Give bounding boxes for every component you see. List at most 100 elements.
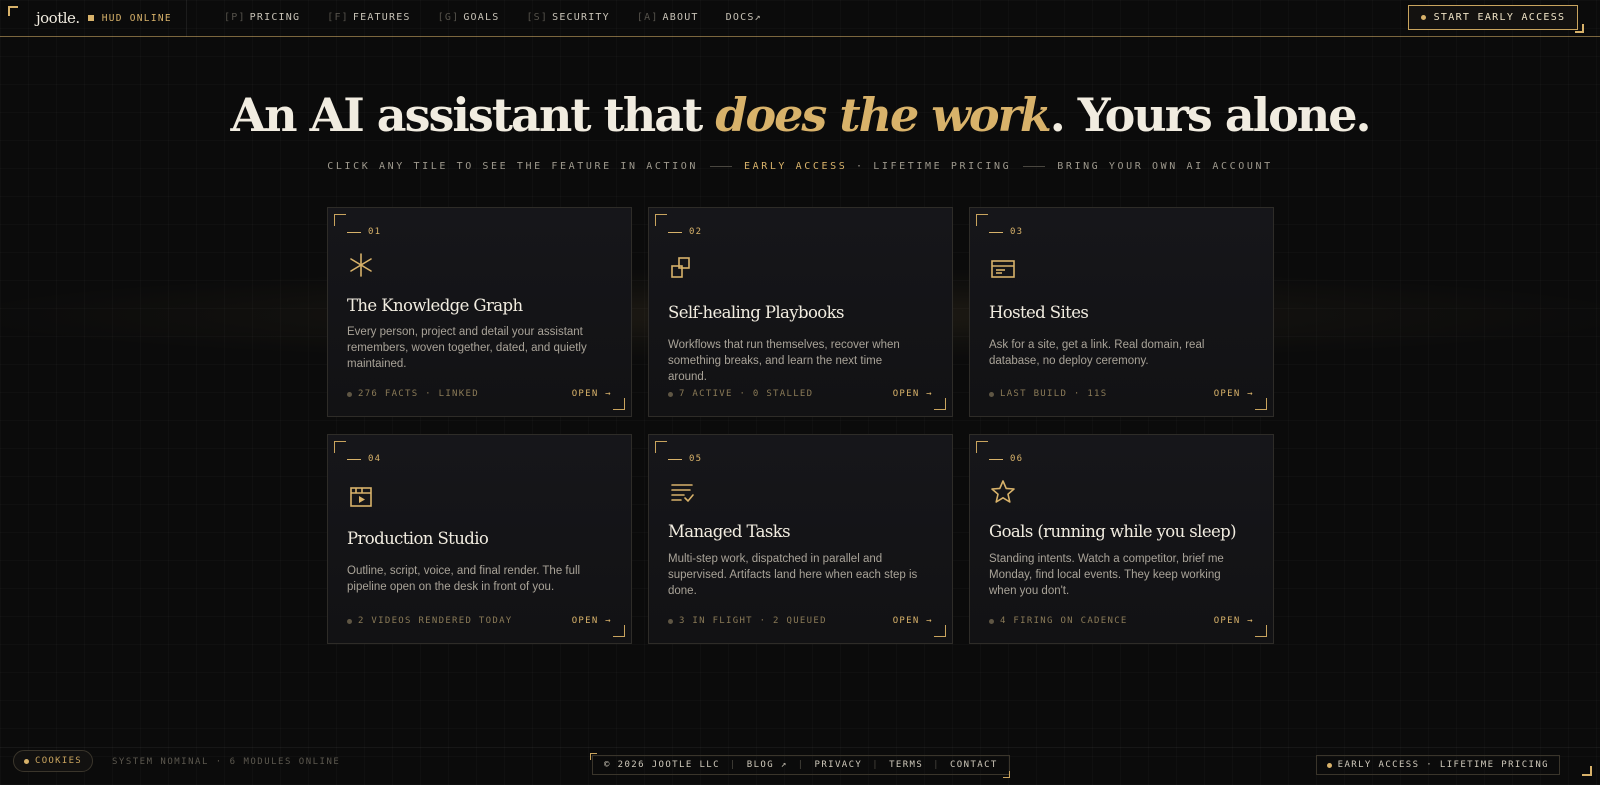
divider: |: [933, 760, 940, 770]
hud-status-square-icon: [87, 15, 94, 21]
feature-card-goals[interactable]: 06 Goals (running while you sleep) Stand…: [969, 434, 1274, 644]
copy-squares-icon: [668, 255, 696, 283]
card-number: 06: [989, 454, 1023, 464]
corner-bracket-icon: [334, 214, 346, 226]
footer-link-privacy[interactable]: PRIVACY: [815, 760, 863, 770]
nav-link-pricing[interactable]: [P] PRICING: [224, 12, 300, 23]
hero-subtitle: CLICK ANY TILE TO SEE THE FEATURE IN ACT…: [0, 161, 1600, 172]
nav-link-goals[interactable]: [G] GOALS: [438, 12, 500, 23]
card-footer: 2 VIDEOS RENDERED TODAY OPEN →: [347, 616, 612, 626]
card-status: LAST BUILD · 11S: [989, 389, 1108, 399]
feature-card-playbooks[interactable]: 02 Self-healing Playbooks Workflows that…: [648, 207, 953, 417]
nav-link-label: GOALS: [463, 12, 500, 23]
divider: [709, 165, 732, 167]
nav-link-label: ABOUT: [662, 12, 699, 23]
corner-bracket-icon: [613, 398, 625, 410]
video-player-icon: [347, 483, 375, 511]
divider: [1023, 165, 1046, 167]
card-status: 2 VIDEOS RENDERED TODAY: [347, 616, 513, 626]
dot-icon: [1326, 762, 1332, 768]
nav-link-label: PRICING: [249, 12, 301, 23]
hero-sub-pricing: · LIFETIME PRICING: [847, 161, 1012, 172]
card-open-link[interactable]: OPEN →: [1214, 389, 1254, 399]
feature-card-managed-tasks[interactable]: 05 Managed Tasks Multi-step work, dispat…: [648, 434, 953, 644]
badge-label: EARLY ACCESS · LIFETIME PRICING: [1337, 760, 1549, 770]
feature-card-knowledge-graph[interactable]: 01 The Knowledge Graph Every person, pro…: [327, 207, 632, 417]
cta-label: START EARLY ACCESS: [1433, 12, 1566, 23]
card-number: 01: [347, 227, 381, 237]
card-description: Standing intents. Watch a competitor, br…: [989, 553, 1224, 597]
card-open-link[interactable]: OPEN →: [893, 616, 933, 626]
nav-link-docs[interactable]: DOCS↗: [726, 12, 762, 23]
card-number: 03: [989, 227, 1023, 237]
card-title: Goals (running while you sleep): [989, 522, 1237, 541]
footer-link-blog[interactable]: BLOG ↗: [747, 760, 788, 770]
hero-title-start: An AI assistant that: [230, 88, 716, 142]
logo[interactable]: jootle.: [36, 9, 80, 27]
feature-card-production-studio[interactable]: 04 Production Studio Outline, script, vo…: [327, 434, 632, 644]
card-title: Hosted Sites: [989, 303, 1089, 322]
corner-bracket-icon: [655, 214, 667, 226]
hero-sub-instruction: CLICK ANY TILE TO SEE THE FEATURE IN ACT…: [327, 161, 698, 172]
card-footer: 7 ACTIVE · 0 STALLED OPEN →: [668, 389, 933, 399]
card-footer: 276 FACTS · LINKED OPEN →: [347, 389, 612, 399]
card-status: 4 FIRING ON CADENCE: [989, 616, 1128, 626]
card-footer: 3 IN FLIGHT · 2 QUEUED OPEN →: [668, 616, 933, 626]
cookies-button[interactable]: COOKIES: [13, 750, 93, 772]
card-open-link[interactable]: OPEN →: [893, 389, 933, 399]
nav-link-about[interactable]: [A] ABOUT: [637, 12, 699, 23]
hero-sub-byo: BRING YOUR OWN AI ACCOUNT: [1057, 161, 1273, 172]
nav-link-label: FEATURES: [352, 12, 411, 23]
corner-bracket-icon: [613, 625, 625, 637]
start-early-access-button[interactable]: START EARLY ACCESS: [1408, 5, 1578, 30]
card-number: 02: [668, 227, 702, 237]
corner-bracket-icon: [1003, 771, 1010, 778]
corner-bracket-icon: [976, 441, 988, 453]
card-title: Self-healing Playbooks: [668, 303, 844, 322]
card-footer: LAST BUILD · 11S OPEN →: [989, 389, 1254, 399]
early-access-badge: EARLY ACCESS · LIFETIME PRICING: [1315, 755, 1560, 775]
hero-title: An AI assistant that does the work. Your…: [0, 88, 1600, 142]
corner-bracket-icon: [8, 6, 18, 16]
card-title: Production Studio: [347, 529, 489, 548]
footer-link-contact[interactable]: CONTACT: [950, 760, 998, 770]
card-open-link[interactable]: OPEN →: [572, 616, 612, 626]
card-description: Multi-step work, dispatched in parallel …: [668, 553, 918, 597]
card-footer: 4 FIRING ON CADENCE OPEN →: [989, 616, 1254, 626]
card-title: Managed Tasks: [668, 522, 791, 541]
corner-bracket-icon: [1575, 24, 1584, 33]
hero-title-end: . Yours alone.: [1049, 88, 1372, 142]
nav-divider: [186, 0, 187, 37]
nav-key: [G]: [437, 12, 460, 23]
card-open-link[interactable]: OPEN →: [1214, 616, 1254, 626]
hero-title-highlight: does the work: [715, 88, 1051, 142]
nav-key: [A]: [636, 12, 659, 23]
nav-link-label: DOCS↗: [725, 12, 762, 23]
nav-key: [P]: [224, 12, 246, 23]
footer-link-terms[interactable]: TERMS: [889, 760, 923, 770]
divider: |: [797, 760, 805, 770]
corner-bracket-icon: [1255, 625, 1267, 637]
card-open-link[interactable]: OPEN →: [572, 389, 612, 399]
browser-window-icon: [989, 255, 1017, 283]
nav-key: [F]: [327, 12, 349, 23]
asterisk-icon: [347, 251, 375, 279]
card-title: The Knowledge Graph: [347, 296, 523, 315]
copyright: © 2026 JOOTLE LLC: [604, 760, 720, 770]
top-nav: jootle. HUD ONLINE [P] PRICING [F] FEATURE…: [0, 0, 1600, 37]
corner-bracket-icon: [934, 625, 946, 637]
card-status: 7 ACTIVE · 0 STALLED: [668, 389, 813, 399]
corner-bracket-icon: [976, 214, 988, 226]
corner-bracket-icon: [1255, 398, 1267, 410]
feature-card-hosted-sites[interactable]: 03 Hosted Sites Ask for a site, get a li…: [969, 207, 1274, 417]
card-description: Every person, project and detail your as…: [347, 326, 587, 370]
card-description: Outline, script, voice, and final render…: [347, 565, 581, 593]
footer-links: © 2026 JOOTLE LLC | BLOG ↗ | PRIVACY | T…: [592, 755, 1010, 775]
star-icon: [989, 478, 1017, 506]
checklist-icon: [668, 479, 696, 507]
nav-link-label: SECURITY: [552, 12, 610, 23]
card-description: Ask for a site, get a link. Real domain,…: [989, 339, 1205, 367]
nav-link-security[interactable]: [S] SECURITY: [526, 12, 609, 23]
nav-link-features[interactable]: [F] FEATURES: [327, 12, 410, 23]
divider: |: [729, 760, 737, 770]
